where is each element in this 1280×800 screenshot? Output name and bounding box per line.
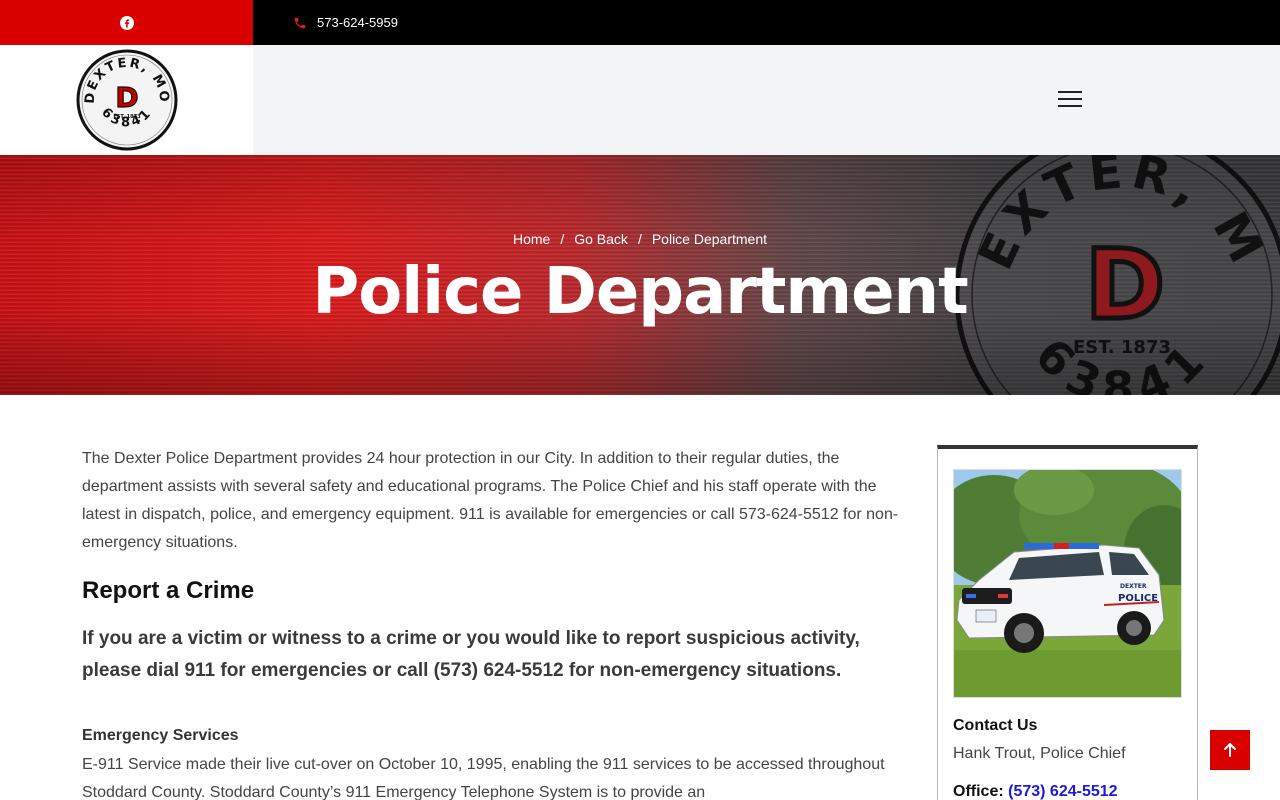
intro-paragraph: The Dexter Police Department provides 24… bbox=[82, 450, 899, 551]
page-hero: DEXTER, MO 63841 D EST. 1873 Home/Go Bac… bbox=[0, 155, 1280, 395]
svg-text:EST. 1873: EST. 1873 bbox=[113, 114, 141, 120]
page-title: Police Department bbox=[312, 255, 968, 329]
svg-text:D: D bbox=[115, 81, 138, 114]
phone-icon bbox=[294, 17, 306, 28]
svg-text:EST. 1873: EST. 1873 bbox=[1073, 337, 1171, 358]
report-crime-lead: If you are a victim or witness to a crim… bbox=[82, 628, 860, 681]
arrow-up-icon bbox=[1224, 743, 1236, 757]
office-phone-link[interactable]: (573) 624-5512 bbox=[1008, 783, 1117, 800]
breadcrumb: Home / Go Back / Police Department bbox=[512, 231, 767, 247]
breadcrumb-go-back[interactable]: Go Back bbox=[574, 231, 628, 247]
top-phone-number: 573-624-5959 bbox=[317, 15, 398, 30]
report-crime-heading: Report a Crime bbox=[82, 577, 255, 604]
contact-title: Contact Us bbox=[953, 717, 1038, 734]
office-line: Office: (573) 624-5512 bbox=[953, 783, 1118, 800]
breadcrumb-home[interactable]: Home bbox=[513, 231, 550, 247]
city-seal-logo: DEXTER, MO 63841 D EST. 1873 bbox=[76, 49, 177, 151]
top-bar: 573-624-5959 bbox=[0, 0, 1280, 45]
breadcrumb-current: Police Department bbox=[651, 231, 767, 247]
emergency-services-body: E-911 Service made their live cut-over o… bbox=[82, 756, 885, 800]
top-phone-link[interactable]: 573-624-5959 bbox=[293, 0, 398, 45]
office-label: Office: bbox=[953, 783, 1004, 800]
svg-text:DEXTER: DEXTER bbox=[1120, 583, 1147, 590]
facebook-icon bbox=[119, 15, 134, 30]
contact-name: Hank Trout, Police Chief bbox=[953, 745, 1126, 762]
site-logo[interactable]: DEXTER, MO 63841 D EST. 1873 bbox=[0, 45, 253, 155]
back-to-top-button[interactable] bbox=[1210, 730, 1250, 770]
facebook-link[interactable] bbox=[0, 0, 253, 45]
main-content: The Dexter Police Department provides 24… bbox=[82, 445, 904, 800]
hamburger-menu-icon[interactable] bbox=[1058, 91, 1082, 109]
contact-card: DEXTER POLICE Contact Us Hank Trout, Pol… bbox=[937, 445, 1198, 800]
site-header: DEXTER, MO 63841 D EST. 1873 bbox=[0, 45, 1280, 155]
police-vehicle-photo: DEXTER POLICE bbox=[953, 469, 1182, 698]
svg-text:63841: 63841 bbox=[1025, 328, 1221, 395]
emergency-services-heading: Emergency Services bbox=[82, 727, 239, 744]
